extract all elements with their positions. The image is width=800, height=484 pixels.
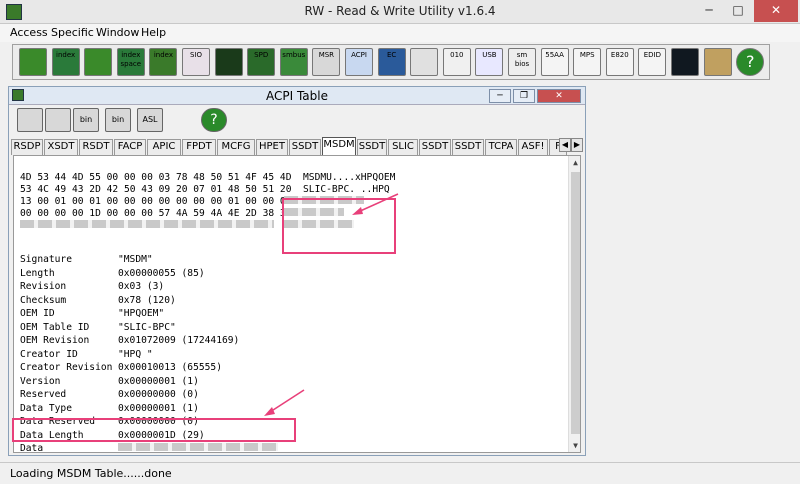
annotation-arrow — [269, 389, 305, 413]
annotation-arrows — [264, 193, 399, 416]
annotation-arrow — [357, 193, 399, 213]
arrow-head — [264, 407, 275, 416]
status-bar: Loading MSDM Table......done — [0, 462, 800, 484]
arrow-head — [352, 207, 363, 215]
status-text: Loading MSDM Table......done — [10, 467, 172, 480]
